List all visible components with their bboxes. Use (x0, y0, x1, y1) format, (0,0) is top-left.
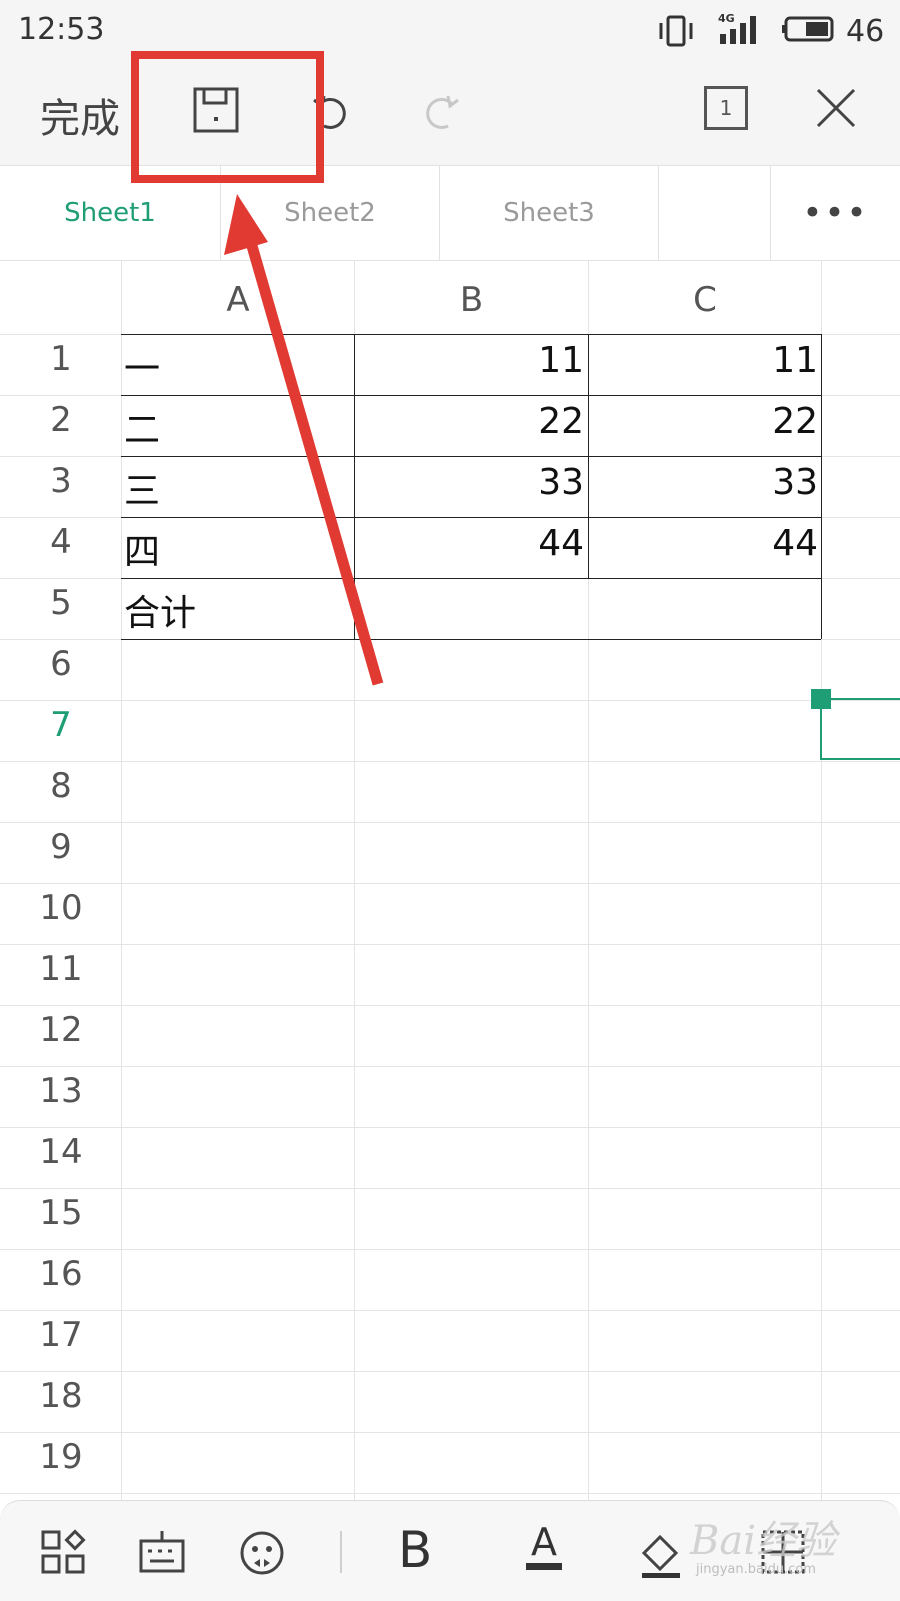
gridline (0, 822, 900, 823)
row-header[interactable]: 9 (0, 827, 122, 867)
row-header[interactable]: 16 (0, 1254, 122, 1294)
row-header[interactable]: 15 (0, 1193, 122, 1233)
gridline (0, 1371, 900, 1372)
row-header[interactable]: 18 (0, 1376, 122, 1416)
gridline (0, 1249, 900, 1250)
gridline (0, 1188, 900, 1189)
row-header[interactable]: 14 (0, 1132, 122, 1172)
gridline (0, 1005, 900, 1006)
gridline (0, 1493, 900, 1494)
gridline (0, 1127, 900, 1128)
gridline (0, 944, 900, 945)
watermark-logo: Bai经验 (690, 1518, 837, 1564)
gridline (0, 883, 900, 884)
gridline (0, 1432, 900, 1433)
apps-grid-icon[interactable] (40, 1529, 86, 1575)
row-header[interactable]: 10 (0, 888, 122, 928)
toolbar-separator (340, 1531, 342, 1573)
watermark-url: jingyan.baidu.com (696, 1562, 816, 1577)
keyboard-icon[interactable] (138, 1529, 186, 1575)
fill-color-icon[interactable] (636, 1529, 686, 1579)
gridline (0, 1066, 900, 1067)
gridline (0, 1310, 900, 1311)
font-color-icon[interactable]: A (522, 1519, 566, 1575)
row-header[interactable]: 11 (0, 949, 122, 989)
formula-face-icon[interactable] (238, 1529, 286, 1577)
annotation-arrow (224, 194, 384, 686)
row-header[interactable]: 12 (0, 1010, 122, 1050)
bold-button[interactable]: B (398, 1521, 432, 1579)
row-header[interactable]: 17 (0, 1315, 122, 1355)
font-color-letter: A (531, 1520, 557, 1564)
row-header[interactable]: 13 (0, 1071, 122, 1111)
row-header[interactable]: 19 (0, 1437, 122, 1477)
